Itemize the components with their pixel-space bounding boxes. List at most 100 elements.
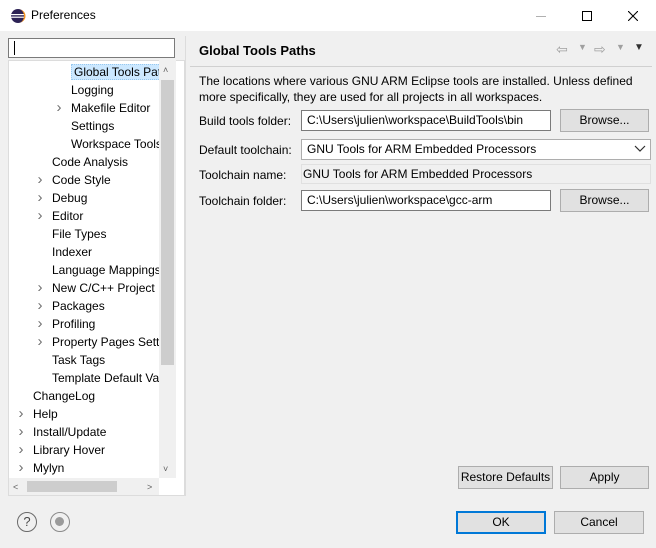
apply-button[interactable]: Apply [560, 466, 649, 489]
default-toolchain-value: GNU Tools for ARM Embedded Processors [307, 142, 537, 156]
tree-item[interactable]: Workspace Tools [71, 135, 162, 153]
tree-item[interactable]: › Property Pages Setti [38, 333, 163, 351]
scroll-down-icon[interactable]: ˅ [163, 464, 168, 474]
tree-item-label: Mylyn [33, 461, 65, 475]
tree-item[interactable]: › New C/C++ Project [38, 279, 155, 297]
restore-defaults-button[interactable]: Restore Defaults [458, 466, 553, 489]
text-caret [14, 41, 15, 55]
tree-item-label: Logging [71, 83, 114, 97]
tree-item-label: New C/C++ Project [52, 281, 155, 295]
tree-item[interactable]: › Debug [38, 189, 88, 207]
chevron-right-icon[interactable]: › [16, 459, 26, 477]
tree-item-label: Editor [52, 209, 84, 223]
tree-item[interactable]: › Editor [38, 207, 84, 225]
build-tools-folder-label: Build tools folder: [199, 114, 292, 128]
tree-item[interactable]: › Install/Update [19, 423, 107, 441]
tree-item[interactable]: › Packages [38, 297, 105, 315]
chevron-right-icon[interactable]: › [35, 171, 45, 189]
tree-item-label: Help [33, 407, 58, 421]
tree-item-label: Template Default Va [52, 371, 160, 385]
tree-item[interactable]: Global Tools Path [71, 63, 171, 81]
tree-item-label: Workspace Tools [71, 137, 162, 151]
help-icon[interactable]: ? [17, 512, 37, 532]
back-menu-chevron-icon[interactable]: ▼ [578, 42, 587, 52]
toolchain-folder-field[interactable]: C:\Users\julien\workspace\gcc-arm [301, 190, 551, 211]
chevron-right-icon[interactable]: › [16, 441, 26, 459]
title-bar: Preferences [0, 0, 656, 31]
tree-item[interactable]: › Profiling [38, 315, 96, 333]
tree-item-label: Indexer [52, 245, 93, 259]
tree-item[interactable]: Template Default Va [52, 369, 159, 387]
toolchain-browse-button[interactable]: Browse... [560, 189, 649, 212]
eclipse-icon [11, 9, 26, 23]
tree-item[interactable]: › Makefile Editor [57, 99, 151, 117]
maximize-icon [582, 10, 592, 21]
pane-divider[interactable] [185, 36, 186, 496]
minimize-icon [536, 15, 546, 17]
tree-item[interactable]: › Help [19, 405, 58, 423]
filter-input[interactable] [8, 38, 175, 58]
forward-menu-chevron-icon[interactable]: ▼ [616, 42, 625, 52]
chevron-right-icon[interactable]: › [54, 99, 64, 117]
chevron-right-icon[interactable]: › [16, 405, 26, 423]
tree-item[interactable]: Language Mappings [52, 261, 161, 279]
chevron-right-icon[interactable]: › [35, 189, 45, 207]
tree-item-label: Debug [52, 191, 88, 205]
build-tools-browse-button[interactable]: Browse... [560, 109, 649, 132]
chevron-down-icon [634, 145, 646, 152]
tree-item-label: Makefile Editor [71, 101, 151, 115]
forward-arrow-icon[interactable]: ⇨ [594, 41, 606, 58]
minimize-button[interactable] [518, 0, 564, 31]
tree-item-label: Code Analysis [52, 155, 129, 169]
toolchain-name-value: GNU Tools for ARM Embedded Processors [301, 164, 651, 184]
tree-item-label: ChangeLog [33, 389, 96, 403]
page-description: The locations where various GNU ARM Ecli… [199, 74, 633, 104]
tree-horizontal-scroll-thumb[interactable] [27, 481, 117, 492]
tree-item[interactable]: Logging [71, 81, 114, 99]
default-toolchain-label: Default toolchain: [199, 143, 292, 157]
tree-item[interactable]: › Library Hover [19, 441, 106, 459]
ok-button[interactable]: OK [456, 511, 546, 534]
build-tools-folder-field[interactable]: C:\Users\julien\workspace\BuildTools\bin [301, 110, 551, 131]
maximize-button[interactable] [564, 0, 610, 31]
tree-item-label: Task Tags [52, 353, 106, 367]
chevron-right-icon[interactable]: › [35, 333, 45, 351]
tree-item[interactable]: › Mylyn [19, 459, 65, 477]
tree-item[interactable]: File Types [52, 225, 106, 243]
chevron-right-icon[interactable]: › [35, 279, 45, 297]
tree-item[interactable]: Settings [71, 117, 114, 135]
back-arrow-icon[interactable]: ⇦ [556, 41, 568, 58]
record-dot [55, 517, 64, 526]
tree-item[interactable]: › Code Style [38, 171, 111, 189]
tree-item-label: Language Mappings [52, 263, 161, 277]
tree-vertical-scroll-thumb[interactable] [161, 80, 174, 365]
tree-item-label: Profiling [52, 317, 96, 331]
title-separator [190, 66, 652, 67]
chevron-right-icon[interactable]: › [35, 315, 45, 333]
toolchain-name-label: Toolchain name: [199, 168, 287, 182]
tree-item-label: Install/Update [33, 425, 107, 439]
tree-item-label: File Types [52, 227, 107, 241]
tree-item[interactable]: Indexer [52, 243, 92, 261]
close-icon [628, 10, 638, 21]
scroll-up-icon[interactable]: ˄ [163, 65, 168, 75]
tree-item-label: Property Pages Setti [52, 335, 163, 349]
tree-item-label: Packages [52, 299, 105, 313]
cancel-button[interactable]: Cancel [554, 511, 644, 534]
tree-item-label: Library Hover [33, 443, 106, 457]
scroll-left-icon[interactable]: < [13, 482, 18, 492]
tree-item-label: Settings [71, 119, 115, 133]
tree-item[interactable]: Code Analysis [52, 153, 128, 171]
close-button[interactable] [610, 0, 656, 31]
chevron-right-icon[interactable]: › [16, 423, 26, 441]
chevron-right-icon[interactable]: › [35, 297, 45, 315]
chevron-right-icon[interactable]: › [35, 207, 45, 225]
view-menu-icon[interactable]: ▼ [634, 42, 644, 53]
tree-item[interactable]: ChangeLog [33, 387, 95, 405]
tree-item[interactable]: Task Tags [52, 351, 105, 369]
tree-item-label: Global Tools Path [71, 64, 171, 80]
window-title: Preferences [31, 8, 96, 22]
scroll-right-icon[interactable]: > [147, 482, 152, 492]
record-icon[interactable] [50, 512, 70, 532]
default-toolchain-select[interactable]: GNU Tools for ARM Embedded Processors [301, 139, 651, 160]
